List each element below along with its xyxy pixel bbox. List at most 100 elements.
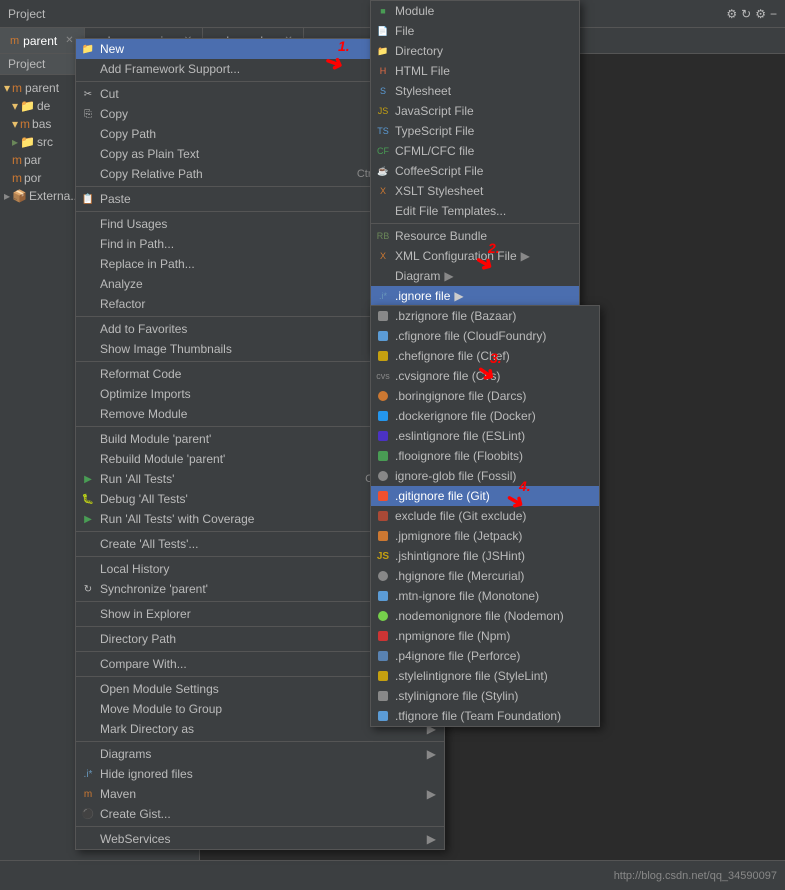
run-icon: ▶ (81, 472, 95, 486)
ignore-darcs[interactable]: .boringignore file (Darcs) (371, 386, 599, 406)
submenu-new-typescript[interactable]: TS TypeScript File (371, 121, 579, 141)
submenu-ignore: .bzrignore file (Bazaar) .cfignore file … (370, 305, 600, 727)
submenu-new-ignore-file[interactable]: .i* .ignore file ▶ (371, 286, 579, 306)
cfml-icon: CF (376, 146, 390, 156)
copy-path-label: Copy Path (100, 127, 356, 141)
toolbar-gear-icon[interactable]: ⚙ (755, 7, 766, 21)
copy-label: Copy (100, 107, 385, 121)
ignore-npm[interactable]: .npmignore file (Npm) (371, 626, 599, 646)
webservices-label: WebServices (100, 832, 419, 846)
diagrams-arrow: ▶ (427, 747, 436, 761)
p4-icon (376, 651, 390, 661)
jshint-icon: JS (376, 551, 390, 562)
create-gist-label: Create Gist... (100, 807, 436, 821)
chef-icon (376, 351, 390, 361)
submenu-new-file-label: File (395, 24, 414, 38)
ignore-darcs-label: .boringignore file (Darcs) (395, 389, 526, 403)
project-title: Project (8, 7, 45, 21)
ignore-nodemon[interactable]: .nodemonignore file (Nodemon) (371, 606, 599, 626)
tf-icon (376, 711, 390, 721)
ignore-hg-label: .hgignore file (Mercurial) (395, 569, 524, 583)
ignore-docker[interactable]: .dockerignore file (Docker) (371, 406, 599, 426)
submenu-new-xslt-label: XSLT Stylesheet (395, 184, 483, 198)
remove-module-label: Remove Module (100, 407, 384, 421)
submenu-new-module[interactable]: ■ Module (371, 1, 579, 21)
ignore-tf-label: .tfignore file (Team Foundation) (395, 709, 561, 723)
submenu-new-xslt[interactable]: X XSLT Stylesheet (371, 181, 579, 201)
submenu-new-diagram-label: Diagram (395, 269, 440, 283)
git-exclude-icon (376, 511, 390, 521)
stylesheet-icon: S (376, 86, 390, 96)
menu-item-diagrams[interactable]: Diagrams ▶ (76, 744, 444, 764)
submenu-new-directory-label: Directory (395, 44, 443, 58)
ignore-cf[interactable]: .cfignore file (CloudFoundry) (371, 326, 599, 346)
ignore-bzr-label: .bzrignore file (Bazaar) (395, 309, 516, 323)
cvs-icon: cvs (376, 371, 390, 381)
ignore-chef[interactable]: .chefignore file (Chef) (371, 346, 599, 366)
maven-arrow: ▶ (427, 787, 436, 801)
ignore-git[interactable]: .gitignore file (Git) (371, 486, 599, 506)
ignore-jshint[interactable]: JS .jshintignore file (JSHint) (371, 546, 599, 566)
submenu-new-directory[interactable]: 📁 Directory (371, 41, 579, 61)
submenu-new-html-label: HTML File (395, 64, 450, 78)
file-icon: 📄 (376, 26, 390, 37)
html-icon: H (376, 66, 390, 76)
ignore-jpm[interactable]: .jpmignore file (Jetpack) (371, 526, 599, 546)
toolbar-minus-icon[interactable]: − (770, 7, 777, 21)
diagrams-label: Diagrams (100, 747, 419, 761)
ignore-mtn-label: .mtn-ignore file (Monotone) (395, 589, 539, 603)
maven-icon: m (81, 787, 95, 801)
ignore-git-label: .gitignore file (Git) (395, 489, 490, 503)
ignore-hg[interactable]: .hgignore file (Mercurial) (371, 566, 599, 586)
menu-item-hide-ignored[interactable]: .i* Hide ignored files (76, 764, 444, 784)
submenu-new-diagram[interactable]: Diagram ▶ (371, 266, 579, 286)
project-panel-title: Project (8, 57, 45, 71)
ignore-floo[interactable]: .flooignore file (Floobits) (371, 446, 599, 466)
submenu-new-html[interactable]: H HTML File (371, 61, 579, 81)
submenu-new-edit-templates[interactable]: Edit File Templates... (371, 201, 579, 221)
ignore-mtn[interactable]: .mtn-ignore file (Monotone) (371, 586, 599, 606)
ignore-fossil-label: ignore-glob file (Fossil) (395, 469, 516, 483)
git-icon (376, 491, 390, 501)
ignore-floo-label: .flooignore file (Floobits) (395, 449, 523, 463)
submenu-new-xml-config[interactable]: X XML Configuration File ▶ (371, 246, 579, 266)
submenu-new: ■ Module 📄 File 📁 Directory H HTML File … (370, 0, 580, 352)
toolbar-refresh-icon[interactable]: ↻ (741, 7, 751, 21)
ignore-stylin[interactable]: .stylinignore file (Stylin) (371, 686, 599, 706)
menu-item-maven[interactable]: m Maven ▶ (76, 784, 444, 804)
gist-icon: ⚫ (81, 807, 95, 821)
ignore-stylelint[interactable]: .stylelintignore file (StyleLint) (371, 666, 599, 686)
copy-icon: ⎘ (81, 107, 95, 121)
coverage-icon: ▶ (81, 512, 95, 526)
submenu-new-resource-bundle[interactable]: RB Resource Bundle (371, 226, 579, 246)
ignore-p4[interactable]: .p4ignore file (Perforce) (371, 646, 599, 666)
submenu-new-edit-templates-label: Edit File Templates... (395, 204, 506, 218)
submenu-new-ignore-label: .ignore file (395, 289, 450, 303)
stylelint-icon (376, 671, 390, 681)
compare-with-label: Compare With... (100, 657, 385, 671)
sync-icon: ↻ (81, 582, 95, 596)
submenu-new-javascript[interactable]: JS JavaScript File (371, 101, 579, 121)
ignore-git-exclude[interactable]: exclude file (Git exclude) (371, 506, 599, 526)
tab-parent-close[interactable]: ✕ (65, 35, 73, 46)
submenu-new-resource-bundle-label: Resource Bundle (395, 229, 487, 243)
ignore-fossil[interactable]: ignore-glob file (Fossil) (371, 466, 599, 486)
paste-icon: 📋 (81, 192, 95, 206)
ignore-bzr[interactable]: .bzrignore file (Bazaar) (371, 306, 599, 326)
submenu-new-cfml-label: CFML/CFC file (395, 144, 474, 158)
cut-label: Cut (100, 87, 385, 101)
tab-parent[interactable]: m parent ✕ (0, 28, 85, 53)
ignore-cvs[interactable]: cvs .cvsignore file (Cvs) (371, 366, 599, 386)
ignore-tf[interactable]: .tfignore file (Team Foundation) (371, 706, 599, 726)
submenu-new-stylesheet[interactable]: S Stylesheet (371, 81, 579, 101)
submenu-new-coffeescript[interactable]: ☕ CoffeeScript File (371, 161, 579, 181)
separator-13 (76, 741, 444, 742)
submenu-new-file[interactable]: 📄 File (371, 21, 579, 41)
toolbar-settings-icon[interactable]: ⚙ (726, 7, 737, 21)
menu-item-create-gist[interactable]: ⚫ Create Gist... (76, 804, 444, 824)
module-icon: ■ (376, 6, 390, 16)
ignore-eslint[interactable]: .eslintignore file (ESLint) (371, 426, 599, 446)
menu-item-webservices[interactable]: WebServices ▶ (76, 829, 444, 849)
submenu-new-cfml[interactable]: CF CFML/CFC file (371, 141, 579, 161)
separator-14 (76, 826, 444, 827)
